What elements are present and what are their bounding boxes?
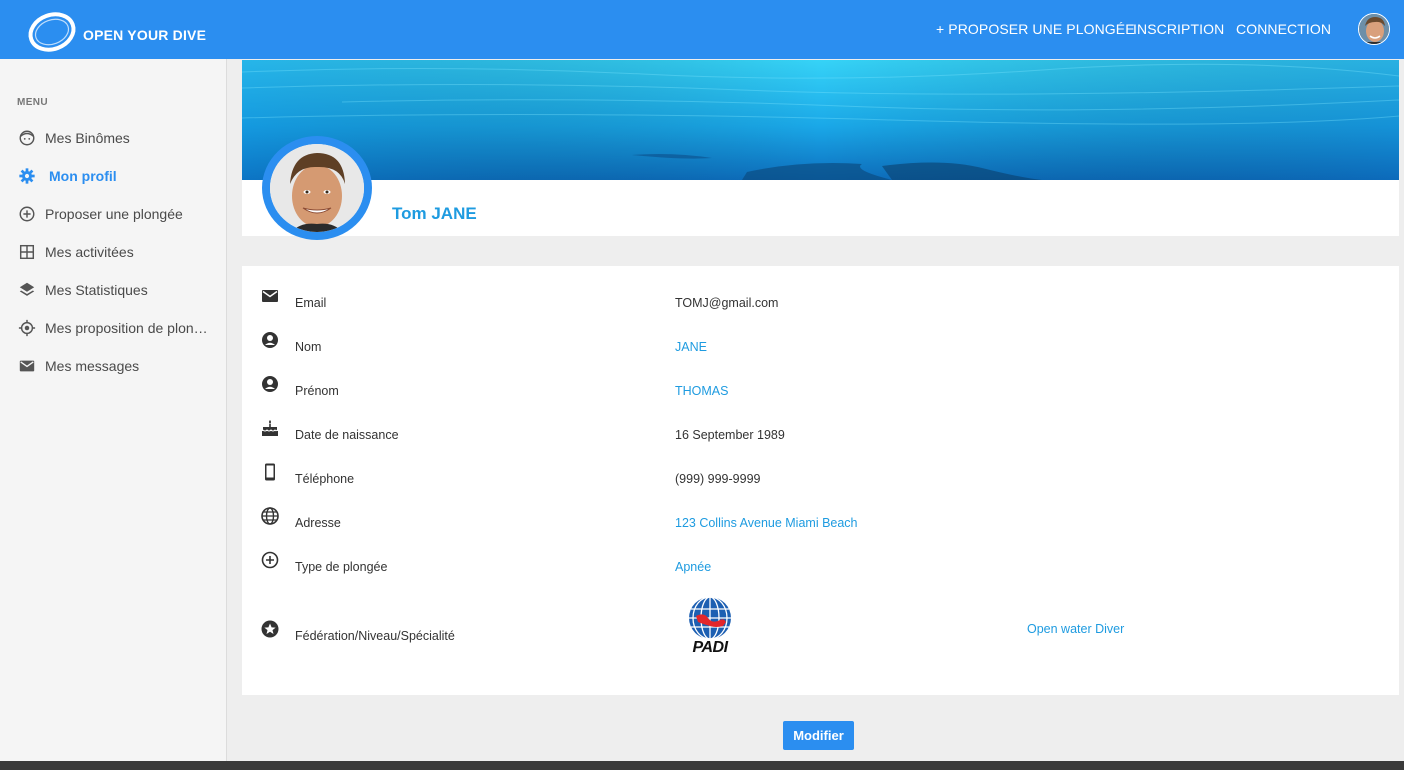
nav-register[interactable]: INSCRIPTION (1133, 21, 1224, 37)
cake-icon (262, 420, 278, 436)
sidebar-item-label: Mes activitées (45, 244, 134, 260)
add-circle-icon (261, 551, 279, 569)
sidebar-item-label: Mon profil (49, 168, 117, 184)
user-avatar[interactable] (1358, 13, 1390, 45)
underwater-banner-image (242, 60, 1399, 180)
sidebar-item-activities[interactable]: Mes activitées (0, 235, 226, 267)
sidebar-item-label: Mes Statistiques (45, 282, 148, 298)
sidebar-item-profile[interactable]: Mon profil (0, 159, 226, 191)
smartphone-icon (265, 463, 275, 481)
lastname-value[interactable]: JANE (675, 340, 707, 354)
detail-row-dive-type: Type de plongée Apnée (242, 537, 1399, 581)
detail-row-email: Email TOMJ@gmail.com (242, 273, 1399, 317)
target-icon (18, 319, 36, 337)
sidebar: MENU Mes Binômes Mon profil Proposer une… (0, 59, 227, 761)
mail-icon (19, 360, 35, 372)
firstname-label: Prénom (295, 384, 339, 398)
padi-logo-text: PADI (692, 639, 728, 656)
email-value: TOMJ@gmail.com (675, 296, 779, 310)
sidebar-item-label: Mes Binômes (45, 130, 130, 146)
sidebar-item-label: Mes messages (45, 358, 140, 374)
email-label: Email (295, 296, 327, 310)
profile-details-card: Email TOMJ@gmail.com Nom JANE Prénom THO… (242, 266, 1399, 695)
avatar-face-icon (1359, 14, 1389, 44)
level-value[interactable]: Open water Diver (1027, 622, 1124, 636)
detail-row-phone: Téléphone (999) 999-9999 (242, 449, 1399, 493)
gear-icon (19, 168, 35, 184)
sidebar-item-statistics[interactable]: Mes Statistiques (0, 273, 226, 305)
detail-row-firstname: Prénom THOMAS (242, 361, 1399, 405)
birthdate-value: 16 September 1989 (675, 428, 785, 442)
profile-photo (270, 144, 364, 232)
detail-row-federation: Fédération/Niveau/Spécialité (242, 606, 1399, 650)
profile-avatar[interactable] (262, 136, 372, 240)
sidebar-item-binomes[interactable]: Mes Binômes (0, 121, 226, 153)
sidebar-item-label: Proposer une plongée (45, 206, 183, 222)
grid-icon (19, 244, 35, 260)
phone-value: (999) 999-9999 (675, 472, 761, 486)
mail-icon (262, 290, 278, 302)
brand-name[interactable]: OPEN YOUR DIVE (83, 27, 206, 43)
add-circle-icon (19, 206, 35, 222)
account-circle-icon (262, 376, 278, 392)
edit-button[interactable]: Modifier (783, 721, 854, 750)
address-label: Adresse (295, 516, 341, 530)
layers-icon (19, 282, 35, 296)
logo-ring-icon[interactable] (26, 10, 78, 54)
birthdate-label: Date de naissance (295, 428, 399, 442)
nav-propose-dive[interactable]: + PROPOSER UNE PLONGÉE (936, 21, 1135, 37)
dive-type-label: Type de plongée (295, 560, 388, 574)
menu-title: MENU (17, 97, 49, 108)
federation-label: Fédération/Niveau/Spécialité (295, 629, 455, 643)
detail-row-address: Adresse 123 Collins Avenue Miami Beach (242, 493, 1399, 537)
sidebar-item-dive-proposals[interactable]: Mes proposition de plongée (0, 311, 226, 343)
app-window: OPEN YOUR DIVE + PROPOSER UNE PLONGÉE IN… (0, 0, 1404, 761)
sidebar-item-label: Mes proposition de plongée (45, 320, 210, 336)
lastname-label: Nom (295, 340, 322, 354)
profile-header-card: Tom JANE (242, 60, 1399, 240)
firstname-value[interactable]: THOMAS (675, 384, 728, 398)
detail-row-lastname: Nom JANE (242, 317, 1399, 361)
cover-banner (242, 60, 1399, 180)
padi-logo: PADI (686, 596, 734, 658)
face-icon (19, 130, 35, 146)
address-value[interactable]: 123 Collins Avenue Miami Beach (675, 516, 858, 530)
account-circle-icon (262, 332, 278, 348)
sidebar-item-messages[interactable]: Mes messages (0, 349, 226, 381)
nav-login[interactable]: CONNECTION (1236, 21, 1331, 37)
star-circle-icon (261, 620, 279, 638)
detail-row-birthdate: Date de naissance 16 September 1989 (242, 405, 1399, 449)
sidebar-item-propose-dive[interactable]: Proposer une plongée (0, 197, 226, 229)
profile-name: Tom JANE (392, 204, 477, 223)
dive-type-value[interactable]: Apnée (675, 560, 711, 574)
top-bar: OPEN YOUR DIVE + PROPOSER UNE PLONGÉE IN… (0, 0, 1404, 59)
globe-icon (261, 507, 279, 525)
phone-label: Téléphone (295, 472, 355, 486)
